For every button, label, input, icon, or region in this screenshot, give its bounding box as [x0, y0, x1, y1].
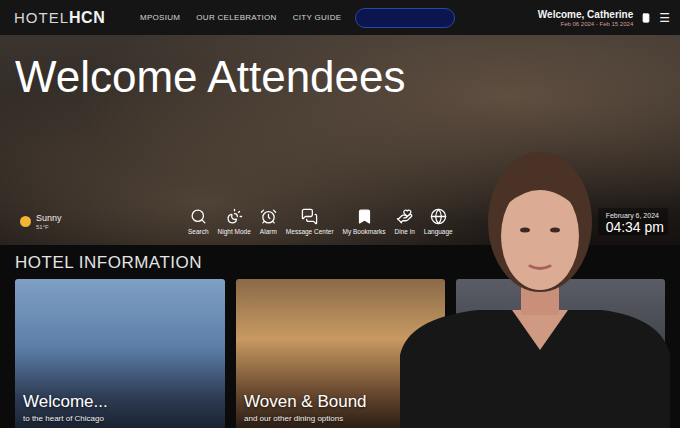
toolbar-label: Language	[424, 228, 453, 235]
user-info: Welcome, CatherineFeb 06 2024 - Feb 15 2…	[538, 9, 641, 27]
sun-icon	[20, 216, 31, 227]
stay-dates: Feb 06 2024 - Feb 15 2024	[561, 21, 634, 27]
logo-light: HOTEL	[14, 9, 69, 26]
logo[interactable]: HOTELHCN	[14, 9, 140, 27]
toolbar-label: Message Center	[286, 228, 334, 235]
user-greeting: Welcome, Catherine	[538, 9, 633, 20]
hero-title: Welcome Attendees	[0, 35, 680, 101]
tool-group: Search Night Mode Alarm Message Center My Bo…	[188, 208, 453, 235]
nav-icons: ☰	[641, 12, 670, 24]
night-mode-icon	[226, 208, 243, 225]
weather-temperature: 51°F	[36, 224, 62, 230]
dine-in-icon	[396, 208, 413, 225]
message-icon	[301, 208, 318, 225]
clock-date: February 6, 2024	[606, 212, 659, 219]
card-subtitle: to the heart of Chicago	[23, 414, 217, 423]
toolbar-button[interactable]: Dine in	[395, 208, 415, 235]
clock: February 6, 202404:34 pm	[598, 208, 668, 235]
nav-items: MPOSIUM OUR CELEBRATION CITY GUIDE	[140, 13, 341, 22]
phone-icon[interactable]	[641, 13, 651, 23]
menu-icon[interactable]: ☰	[659, 12, 670, 24]
nav-item[interactable]: OUR CELEBRATION	[196, 13, 276, 22]
nav-item[interactable]: MPOSIUM	[140, 13, 180, 22]
nav-item[interactable]: CITY GUIDE	[293, 13, 342, 22]
avatar-video-icon	[400, 150, 670, 428]
toolbar-label: My Bookmarks	[343, 228, 386, 235]
toolbar-button[interactable]: Message Center	[286, 208, 334, 235]
toolbar-button[interactable]: Alarm	[260, 208, 277, 235]
toolbar-label: Dine in	[395, 228, 415, 235]
info-card[interactable]: Welcome... to the heart of Chicago	[15, 279, 225, 428]
top-nav: HOTELHCNMPOSIUMOUR CELEBRATIONCITY GUIDE…	[0, 0, 680, 35]
globe-icon	[430, 208, 447, 225]
toolbar-label: Search	[188, 228, 209, 235]
logo-bold: HCN	[69, 9, 105, 27]
toolbar-button[interactable]: Night Mode	[218, 208, 251, 235]
clock-time: 04:34 pm	[606, 219, 664, 235]
toolbar-label: Night Mode	[218, 228, 251, 235]
weather-text: Sunny51°F	[36, 213, 62, 230]
toolbar-button[interactable]: Language	[424, 208, 453, 235]
search-icon	[190, 208, 207, 225]
hotel-portal: HOTELHCNMPOSIUMOUR CELEBRATIONCITY GUIDE…	[0, 0, 680, 428]
bookmark-icon	[356, 208, 373, 225]
alarm-icon	[260, 208, 277, 225]
cta-button[interactable]	[355, 8, 455, 28]
toolbar-button[interactable]: My Bookmarks	[343, 208, 386, 235]
weather: Sunny51°F	[20, 213, 188, 230]
card-title: Welcome...	[23, 392, 217, 412]
toolbar-button[interactable]: Search	[188, 208, 209, 235]
weather-condition: Sunny	[36, 213, 62, 223]
toolbar-label: Alarm	[260, 228, 277, 235]
